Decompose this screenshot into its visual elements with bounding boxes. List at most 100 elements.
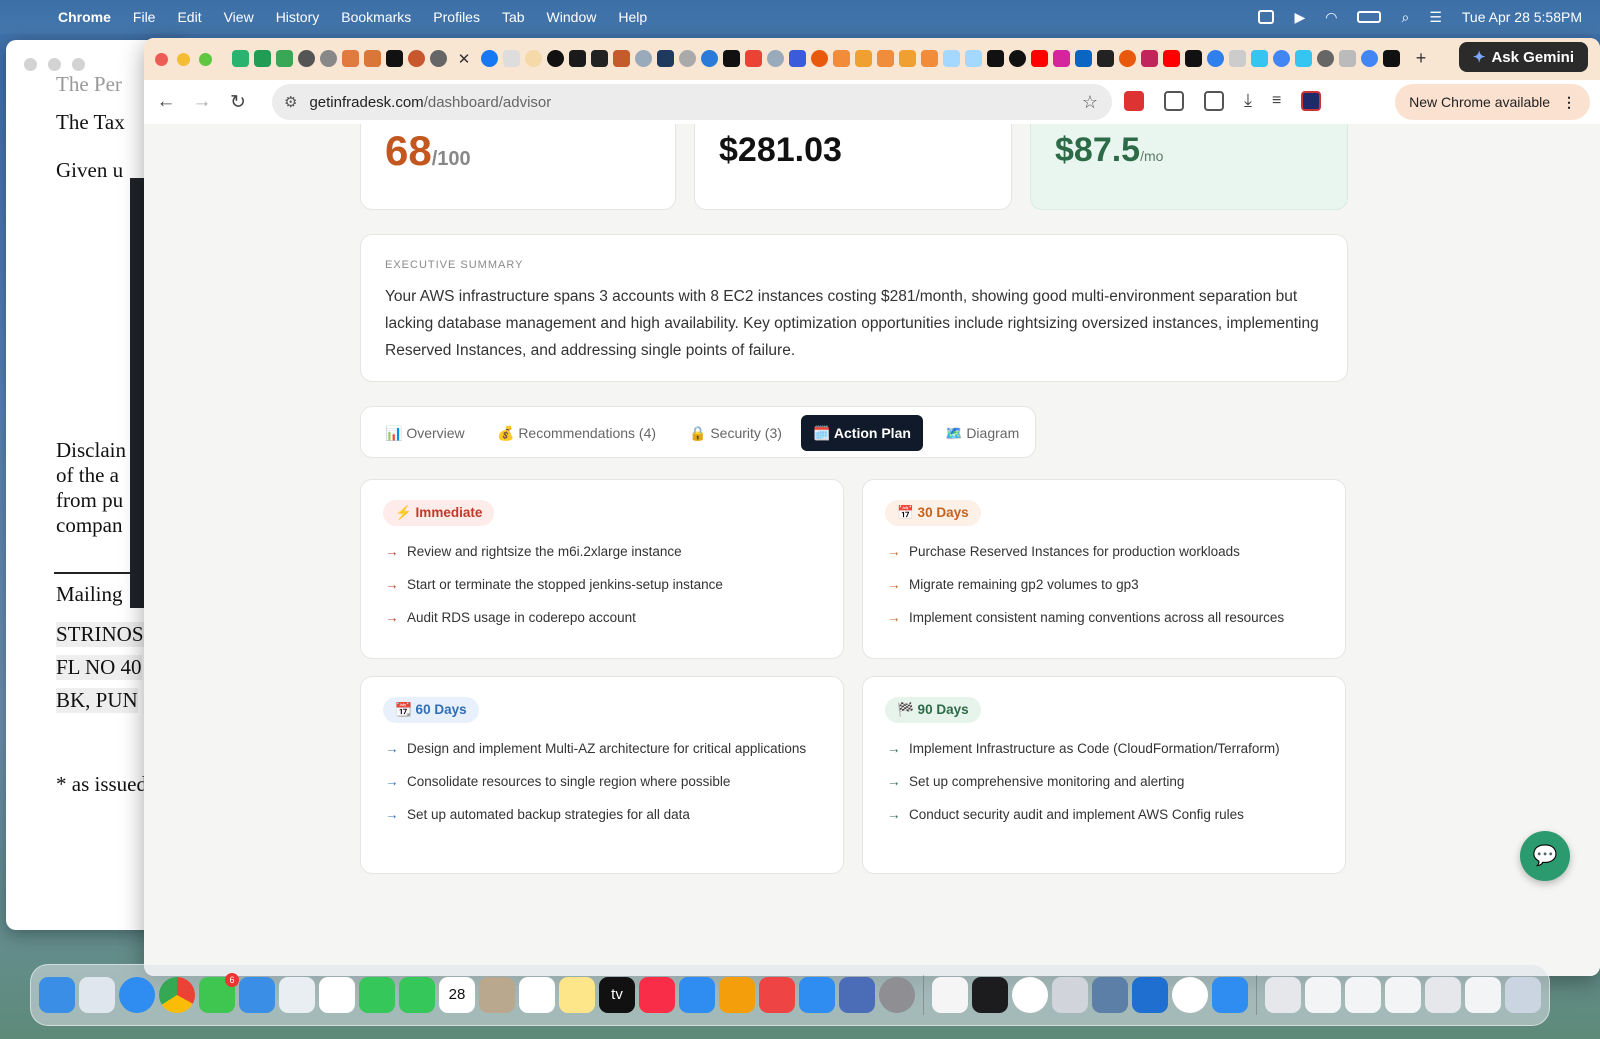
menubar-datetime[interactable]: Tue Apr 28 5:58PM <box>1462 9 1582 25</box>
windows-app-icon[interactable] <box>1212 977 1248 1013</box>
tab-favicon[interactable] <box>254 50 271 67</box>
forward-arrow-icon[interactable]: → <box>184 91 220 113</box>
tab-favicon[interactable] <box>789 50 806 67</box>
tab-favicon[interactable] <box>408 50 425 67</box>
tab-favicon[interactable] <box>657 50 674 67</box>
tab-favicon[interactable] <box>1317 50 1334 67</box>
reminders-icon[interactable] <box>519 977 555 1013</box>
trash-icon[interactable] <box>1505 977 1541 1013</box>
active-tab-close-icon[interactable]: ✕ <box>452 50 476 68</box>
tab-favicon[interactable] <box>745 50 762 67</box>
maps-icon[interactable] <box>279 977 315 1013</box>
extension-icon[interactable] <box>1124 90 1144 111</box>
tab-favicon[interactable] <box>232 50 249 67</box>
system-settings-icon[interactable] <box>879 977 915 1013</box>
ask-gemini-button[interactable]: ✦ Ask Gemini <box>1458 42 1588 72</box>
downloads-stack-icon[interactable] <box>1265 977 1301 1013</box>
tab-favicon[interactable] <box>386 50 403 67</box>
photos-icon[interactable] <box>319 977 355 1013</box>
tab-favicon[interactable] <box>298 50 315 67</box>
tab-favicon[interactable] <box>1097 50 1114 67</box>
spotlight-search-icon[interactable]: ⌕ <box>1401 9 1409 26</box>
tab-favicon[interactable] <box>1207 50 1224 67</box>
tab-favicon[interactable] <box>1119 50 1136 67</box>
chat-bubble-button[interactable]: 💬 <box>1520 831 1570 881</box>
tab-search-icon[interactable] <box>1204 90 1224 111</box>
tab-favicon[interactable] <box>342 50 359 67</box>
tab-favicon[interactable] <box>1361 50 1378 67</box>
menu-bookmarks[interactable]: Bookmarks <box>341 9 411 25</box>
menu-view[interactable]: View <box>224 9 254 25</box>
media-controls-icon[interactable]: ≡ <box>1272 92 1281 110</box>
tab-favicon[interactable] <box>921 50 938 67</box>
tab-favicon[interactable] <box>679 50 696 67</box>
menu-window[interactable]: Window <box>547 9 597 25</box>
zoom-window-button[interactable] <box>199 52 212 66</box>
simulator-icon[interactable] <box>839 977 875 1013</box>
chrome-icon[interactable] <box>159 977 195 1013</box>
feather-app-icon[interactable] <box>1052 977 1088 1013</box>
bg-window-close-button[interactable] <box>24 58 37 71</box>
tab-favicon[interactable] <box>1185 50 1202 67</box>
tab-favicon[interactable] <box>965 50 982 67</box>
recent-window-thumbnail[interactable] <box>1465 977 1501 1013</box>
tab-favicon[interactable] <box>943 50 960 67</box>
music-icon[interactable] <box>639 977 675 1013</box>
tab-favicon[interactable] <box>701 50 718 67</box>
tab-favicon[interactable] <box>833 50 850 67</box>
tab-favicon[interactable] <box>1031 50 1048 67</box>
tab-favicon[interactable] <box>1273 50 1290 67</box>
calendar-icon[interactable]: 28 <box>439 977 475 1013</box>
tab-favicon[interactable] <box>1163 50 1180 67</box>
back-arrow-icon[interactable]: ← <box>148 91 184 113</box>
tab-favicon[interactable] <box>855 50 872 67</box>
contacts-icon[interactable] <box>479 977 515 1013</box>
tab-favicon[interactable] <box>320 50 337 67</box>
tab-favicon[interactable] <box>481 50 498 67</box>
control-center-icon[interactable]: ☰ <box>1429 9 1442 26</box>
tab-favicon[interactable] <box>1251 50 1268 67</box>
notes-icon[interactable] <box>559 977 595 1013</box>
q-app-icon[interactable] <box>1172 977 1208 1013</box>
menu-app-name[interactable]: Chrome <box>58 9 111 25</box>
tab-favicon[interactable] <box>591 50 608 67</box>
tab-favicon[interactable] <box>1339 50 1356 67</box>
tab-favicon[interactable] <box>613 50 630 67</box>
tab-security[interactable]: 🔒 Security (3) <box>677 415 794 451</box>
menu-history[interactable]: History <box>276 9 320 25</box>
tab-favicon[interactable] <box>811 50 828 67</box>
tab-action-plan[interactable]: 🗓️ Action Plan <box>801 415 923 451</box>
battery-icon[interactable] <box>1357 11 1382 23</box>
recent-window-thumbnail[interactable] <box>1305 977 1341 1013</box>
menu-tab[interactable]: Tab <box>502 9 525 25</box>
menu-file[interactable]: File <box>133 9 156 25</box>
tab-overview[interactable]: 📊 Overview <box>373 415 477 451</box>
tab-favicon[interactable] <box>503 50 520 67</box>
bg-window-minimize-button[interactable] <box>48 58 61 71</box>
finder-icon[interactable] <box>39 977 75 1013</box>
safari-icon[interactable] <box>119 977 155 1013</box>
address-bar[interactable]: ⚙ getinfradesk.com/dashboard/advisor ☆ <box>272 84 1112 120</box>
tab-favicon[interactable] <box>276 50 293 67</box>
tab-favicon[interactable] <box>547 50 564 67</box>
new-chrome-available-button[interactable]: New Chrome available ⋮ <box>1395 84 1590 120</box>
reload-icon[interactable]: ↻ <box>220 91 256 114</box>
tab-favicon[interactable] <box>1383 50 1400 67</box>
tab-favicon[interactable] <box>1229 50 1246 67</box>
window-tiling-icon[interactable] <box>1258 10 1275 24</box>
menu-help[interactable]: Help <box>618 9 647 25</box>
menu-edit[interactable]: Edit <box>177 9 201 25</box>
bookmark-star-icon[interactable]: ☆ <box>1082 92 1098 113</box>
tab-favicon[interactable] <box>1009 50 1026 67</box>
mail-icon[interactable] <box>239 977 275 1013</box>
tab-favicon[interactable] <box>430 50 447 67</box>
vscode-icon[interactable] <box>1132 977 1168 1013</box>
close-window-button[interactable] <box>155 52 168 66</box>
tab-favicon[interactable] <box>1053 50 1070 67</box>
phone-icon[interactable] <box>399 977 435 1013</box>
tab-favicon[interactable] <box>987 50 1004 67</box>
tab-recommendations[interactable]: 💰 Recommendations (4) <box>485 415 668 451</box>
tab-favicon[interactable] <box>1075 50 1092 67</box>
new-tab-plus-icon[interactable]: + <box>1411 48 1431 69</box>
play-icon[interactable]: ▶ <box>1294 9 1305 26</box>
